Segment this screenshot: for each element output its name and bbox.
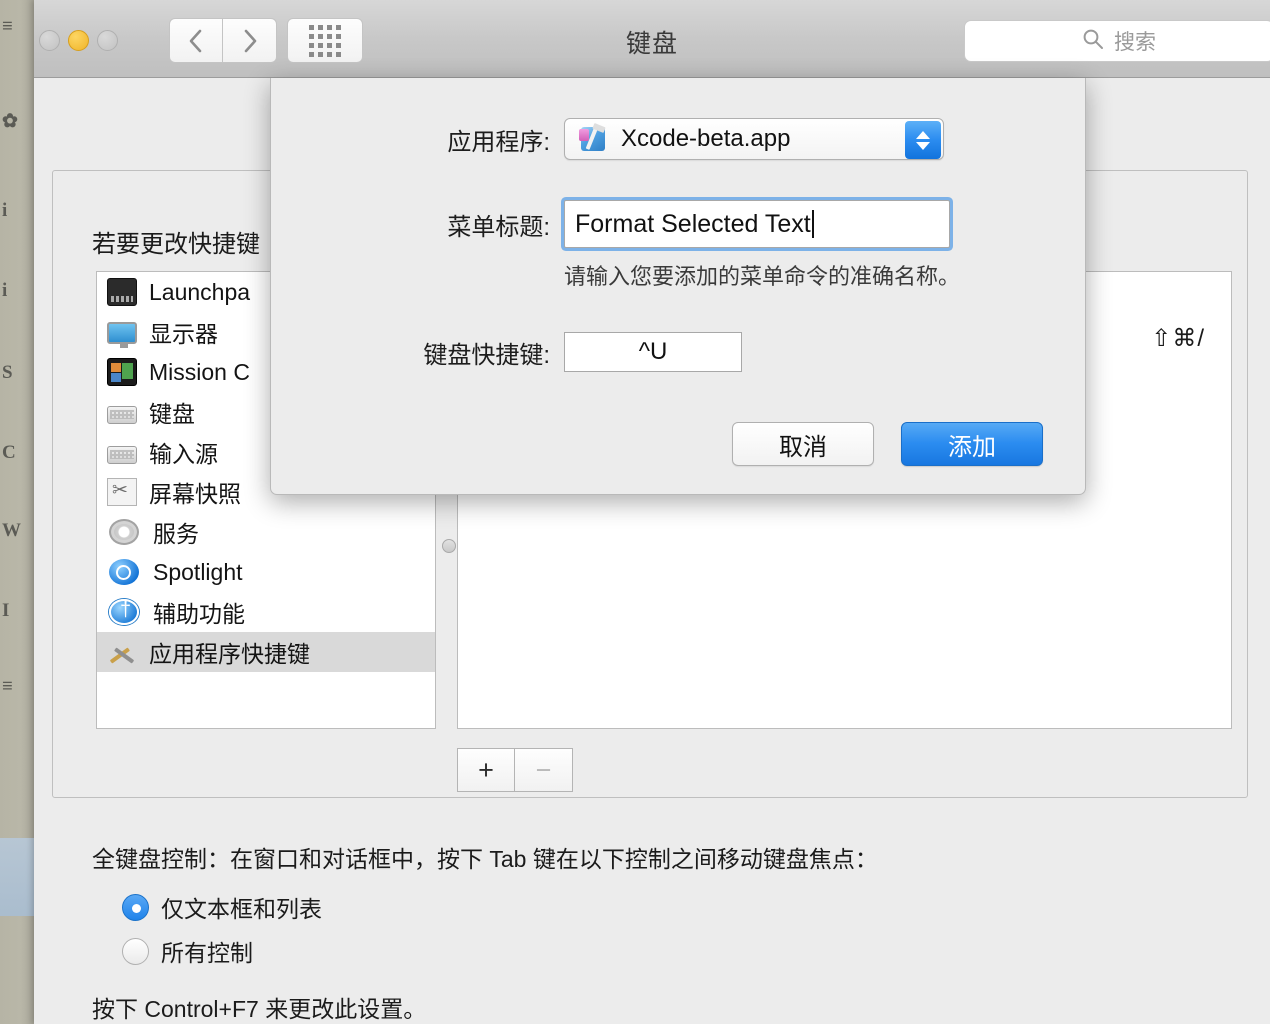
cancel-button[interactable]: 取消: [732, 422, 874, 466]
sheet-button-group: 取消 添加: [732, 422, 1043, 466]
split-view-divider-handle[interactable]: [442, 539, 456, 553]
shortcuts-instruction: 若要更改快捷键: [92, 231, 260, 258]
add-button[interactable]: 添加: [901, 422, 1043, 466]
input-sources-icon: [107, 445, 137, 464]
keyboard-preferences-window: 键盘 搜索 若要更改快捷键 Launchpa 显示器 Mission C 键盘 …: [34, 0, 1270, 1024]
sidebar-item-label: 输入源: [149, 441, 218, 467]
menu-title-value: Format Selected Text: [575, 209, 811, 238]
application-popup-button[interactable]: Xcode-beta.app: [564, 118, 944, 160]
sidebar-item-label: Mission C: [149, 358, 250, 385]
menu-title-input[interactable]: Format Selected Text: [564, 200, 950, 248]
search-placeholder: 搜索: [1114, 31, 1156, 54]
sidebar-item-label: 键盘: [149, 401, 195, 427]
sidebar-item-label: 显示器: [149, 321, 218, 347]
radio-label: 仅文本框和列表: [161, 896, 322, 922]
sidebar-item-accessibility[interactable]: 辅助功能: [97, 592, 435, 632]
services-gear-icon: [109, 519, 139, 545]
keyboard-icon: [107, 405, 137, 424]
background-window-selection: [0, 838, 34, 916]
sidebar-item-label: 应用程序快捷键: [149, 641, 310, 667]
launchpad-icon: [107, 278, 137, 306]
display-icon: [107, 322, 137, 348]
add-shortcut-sheet: 应用程序: Xcode-beta.app 菜单标题: Format Select…: [270, 78, 1086, 495]
sidebar-item-label: 屏幕快照: [149, 481, 241, 507]
spotlight-icon: [109, 559, 139, 585]
sidebar-item-app-shortcuts[interactable]: 应用程序快捷键: [97, 632, 435, 672]
radio-all-controls[interactable]: 所有控制: [122, 934, 253, 968]
full-keyboard-access-footnote: 按下 Control+F7 来更改此设置。: [92, 996, 427, 1022]
window-titlebar: 键盘 搜索: [34, 0, 1270, 78]
sidebar-item-label: Launchpa: [149, 278, 251, 305]
menu-title-field-row: 菜单标题: Format Selected Text: [271, 200, 1087, 248]
shortcut-value: ^U: [638, 338, 668, 365]
search-icon: [1082, 28, 1104, 55]
sidebar-item-spotlight[interactable]: Spotlight: [97, 552, 435, 592]
mission-control-icon: [107, 358, 137, 386]
search-input[interactable]: 搜索: [964, 20, 1270, 62]
background-window-strip: ≡ ✿ i i S C W I ≡: [0, 0, 34, 1024]
app-shortcuts-icon: [107, 638, 137, 666]
screenshot-icon: [107, 478, 137, 506]
menu-title-label: 菜单标题:: [447, 213, 550, 241]
shortcut-field-row: 键盘快捷键: ^U: [271, 332, 1087, 372]
add-remove-button-group: + −: [457, 748, 573, 792]
radio-label: 所有控制: [161, 940, 253, 966]
full-keyboard-access-heading: 全键盘控制：在窗口和对话框中，按下 Tab 键在以下控制之间移动键盘焦点：: [92, 846, 878, 872]
text-cursor: [811, 210, 814, 238]
shortcut-label: 键盘快捷键:: [423, 341, 550, 369]
chevron-updown-icon[interactable]: [905, 121, 941, 159]
sidebar-item-label: 辅助功能: [153, 601, 245, 627]
remove-shortcut-button: −: [515, 748, 573, 792]
application-value: Xcode-beta.app: [621, 125, 791, 152]
menu-title-hint: 请输入您要添加的菜单命令的准确名称。: [564, 264, 961, 289]
application-field-row: 应用程序: Xcode-beta.app: [271, 118, 1087, 160]
shortcut-key-display: ⇧⌘/: [1151, 325, 1205, 352]
sidebar-item-services[interactable]: 服务: [97, 512, 435, 552]
sidebar-item-label: Spotlight: [153, 558, 243, 585]
accessibility-icon: [109, 599, 139, 625]
xcode-beta-app-icon: [579, 122, 609, 153]
shortcut-recorder-input[interactable]: ^U: [564, 332, 742, 372]
add-shortcut-button[interactable]: +: [457, 748, 515, 792]
sidebar-item-label: 服务: [153, 521, 199, 547]
radio-button-indicator[interactable]: [122, 937, 149, 965]
application-label: 应用程序:: [447, 128, 550, 156]
radio-text-boxes-and-lists[interactable]: 仅文本框和列表: [122, 890, 322, 924]
radio-button-indicator[interactable]: [122, 893, 149, 921]
screen: ≡ ✿ i i S C W I ≡ 键盘 搜索 若要更改快捷键 Launchpa…: [0, 0, 1270, 1024]
